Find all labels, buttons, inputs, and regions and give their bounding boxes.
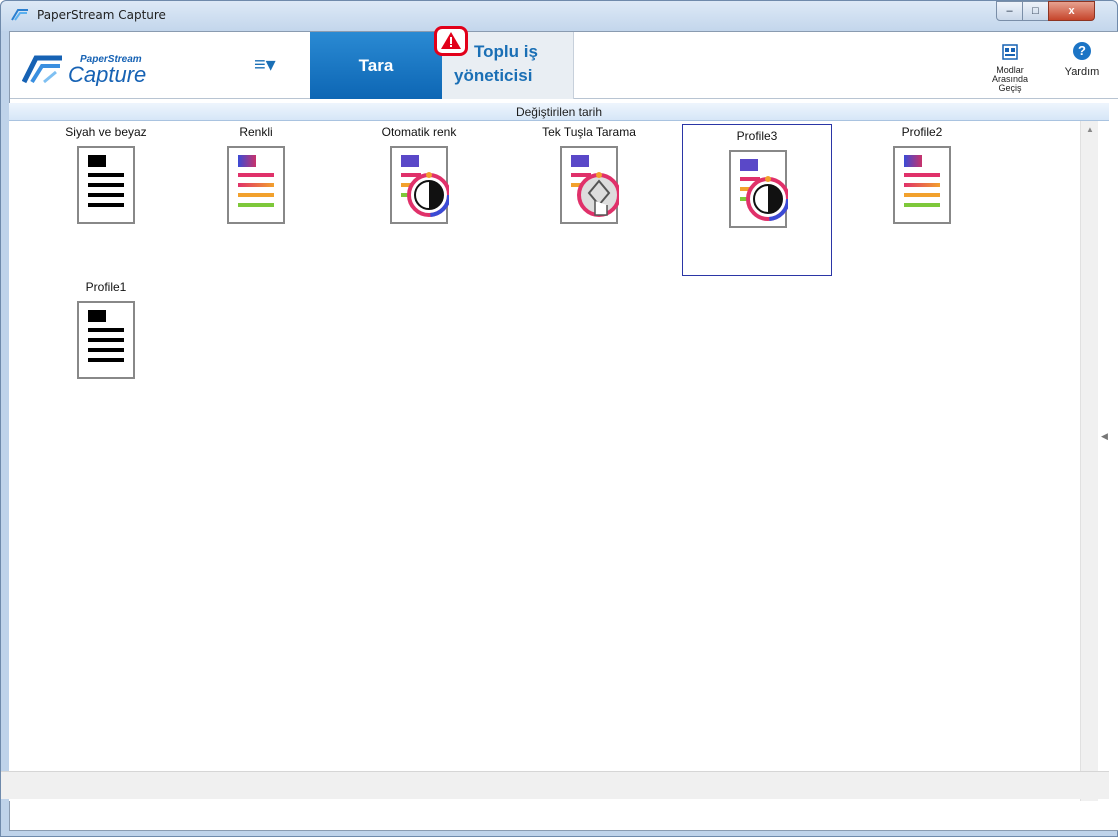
app-window: PaperStream Capture – □ x PaperStream Ca… bbox=[0, 0, 1118, 837]
switch-modes-label-line3: Geçiş bbox=[998, 83, 1022, 93]
profile-label: Profile1 bbox=[85, 280, 127, 294]
help-button[interactable]: ? Yardım bbox=[1060, 42, 1104, 92]
app-toolbar: PaperStream Capture ≡▾ Tara Toplu iş yön… bbox=[10, 26, 1118, 99]
brand-logo: PaperStream Capture bbox=[22, 54, 146, 86]
brand-line2: Capture bbox=[68, 62, 146, 86]
bw-document-icon bbox=[77, 301, 135, 379]
maximize-icon: □ bbox=[1032, 5, 1039, 17]
panel-collapse-icon[interactable]: ◀ bbox=[1101, 431, 1109, 445]
app-logo-icon bbox=[11, 9, 28, 21]
profile-item[interactable]: Siyah ve beyaz bbox=[31, 121, 181, 271]
profile-item[interactable]: Renkli bbox=[181, 121, 331, 271]
warning-icon bbox=[441, 32, 461, 49]
profile-label: Profile2 bbox=[901, 125, 943, 139]
vertical-scrollbar[interactable]: ▲ ▼ bbox=[1080, 121, 1098, 801]
tab-batch-manager-line1: Toplu iş bbox=[474, 42, 538, 61]
minimize-button[interactable]: – bbox=[996, 1, 1023, 21]
help-icon: ? bbox=[1073, 42, 1091, 60]
status-bar bbox=[1, 771, 1109, 799]
sort-header[interactable]: Değiştirilen tarih bbox=[9, 103, 1109, 121]
close-button[interactable]: x bbox=[1048, 1, 1095, 21]
profile-label: Otomatik renk bbox=[381, 125, 457, 139]
warning-highlight[interactable] bbox=[434, 26, 468, 56]
window-title: PaperStream Capture bbox=[37, 8, 166, 22]
profile-item[interactable]: Profile1 bbox=[31, 276, 181, 426]
scroll-up-icon[interactable]: ▲ bbox=[1081, 121, 1099, 139]
color-document-icon bbox=[227, 146, 285, 224]
auto-color-document-icon bbox=[390, 146, 449, 224]
minimize-icon: – bbox=[1006, 5, 1013, 17]
tab-batch-manager-line2: yöneticisi bbox=[454, 66, 533, 85]
profile-item[interactable]: Profile2 bbox=[847, 121, 997, 271]
profile-label: Renkli bbox=[239, 125, 273, 139]
switch-modes-icon bbox=[1002, 44, 1018, 60]
title-bar[interactable]: PaperStream Capture – □ x bbox=[1, 1, 1117, 31]
help-label: Yardım bbox=[1064, 66, 1100, 78]
switch-modes-label: Modlar Arasında Geçiş bbox=[982, 66, 1038, 93]
menu-button[interactable]: ≡▾ bbox=[254, 54, 294, 78]
profile-label: Profile3 bbox=[736, 129, 778, 143]
close-icon: x bbox=[1068, 5, 1075, 17]
one-touch-scan-icon bbox=[560, 146, 619, 224]
bw-document-icon bbox=[77, 146, 135, 224]
profile-item[interactable]: Tek Tuşla Tarama bbox=[514, 121, 664, 271]
profile-list: Siyah ve beyaz Renkli Otomatik renk Tek … bbox=[9, 121, 1080, 801]
profile-item-selected[interactable]: Profile3 bbox=[682, 124, 832, 276]
tab-scan[interactable]: Tara bbox=[310, 32, 442, 99]
maximize-button[interactable]: □ bbox=[1022, 1, 1049, 21]
profile-item[interactable]: Otomatik renk bbox=[344, 121, 494, 271]
profile-label: Tek Tuşla Tarama bbox=[542, 125, 636, 139]
auto-color-document-icon bbox=[729, 150, 788, 228]
switch-modes-button[interactable]: Modlar Arasında Geçiş bbox=[982, 42, 1038, 96]
profile-label: Siyah ve beyaz bbox=[65, 125, 147, 139]
color-document-icon bbox=[893, 146, 951, 224]
